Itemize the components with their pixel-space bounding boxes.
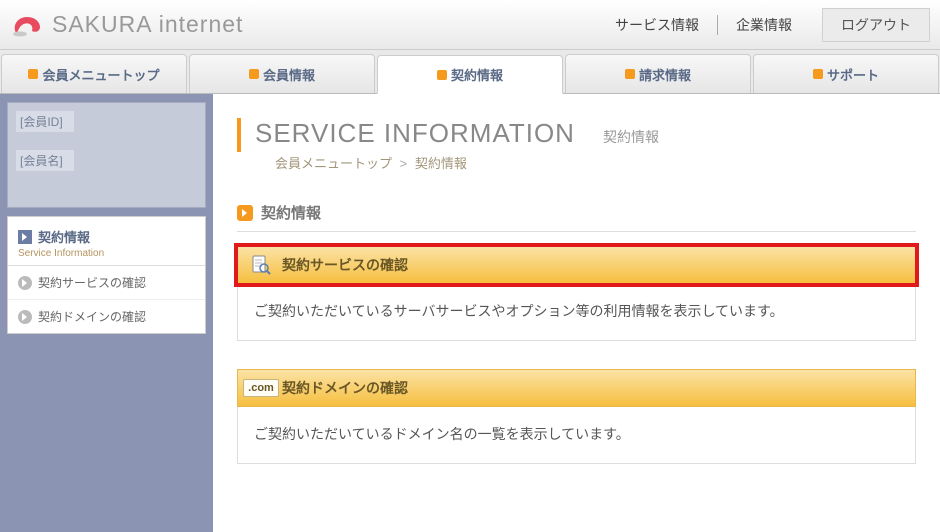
card-contract-domain: .com 契約ドメインの確認 ご契約いただいているドメイン名の一覧を表示していま… (237, 369, 916, 464)
account-box: [会員ID] [会員名] (7, 102, 206, 208)
arrow-right-icon (237, 205, 253, 221)
tab-label: 会員メニュートップ (42, 65, 159, 84)
sidebar-nav-subtitle: Service Information (18, 248, 195, 259)
body: [会員ID] [会員名] 契約情報 Service Information 契約… (0, 94, 940, 532)
header-link-company[interactable]: 企業情報 (718, 15, 810, 35)
tab-bullet-icon (437, 70, 447, 80)
header-link-group: サービス情報 企業情報 (597, 15, 810, 35)
page-heading: SERVICE INFORMATION 契約情報 (255, 118, 659, 149)
chevron-right-icon (18, 310, 32, 324)
section-title: 契約情報 (261, 202, 321, 223)
tab-support[interactable]: サポート (753, 54, 939, 93)
breadcrumb: 会員メニュートップ > 契約情報 (275, 153, 659, 172)
tab-bullet-icon (249, 69, 259, 79)
tab-label: 会員情報 (263, 65, 315, 84)
tab-bullet-icon (625, 69, 635, 79)
sidebar-item-contract-domain[interactable]: 契約ドメインの確認 (8, 300, 205, 333)
document-search-icon (250, 254, 272, 276)
dotcom-badge-icon: .com (250, 377, 272, 399)
main-tabs: 会員メニュートップ 会員情報 契約情報 請求情報 サポート (0, 50, 940, 94)
brand-text: SAKURA internet (52, 11, 243, 38)
sidebar-item-label: 契約ドメインの確認 (38, 308, 146, 325)
member-id-label: [会員ID] (16, 111, 74, 132)
member-name-label: [会員名] (16, 150, 74, 171)
section-header: 契約情報 (237, 202, 916, 232)
tab-member-top[interactable]: 会員メニュートップ (1, 54, 187, 93)
tab-label: 請求情報 (639, 65, 691, 84)
brand-logo[interactable]: SAKURA internet (10, 11, 243, 39)
section-contract: 契約情報 (237, 202, 916, 464)
logout-button[interactable]: ログアウト (822, 8, 930, 42)
brand-mark-icon (10, 11, 44, 39)
global-header: SAKURA internet サービス情報 企業情報 ログアウト (0, 0, 940, 50)
chevron-right-icon (18, 276, 32, 290)
arrow-right-icon (18, 230, 32, 244)
card-title: 契約ドメインの確認 (282, 378, 408, 398)
tab-contract-info[interactable]: 契約情報 (377, 55, 563, 94)
tab-label: サポート (827, 65, 879, 84)
sidebar-nav: 契約情報 Service Information 契約サービスの確認 契約ドメイ… (7, 216, 206, 334)
card-header-contract-domain[interactable]: .com 契約ドメインの確認 (237, 369, 916, 407)
breadcrumb-separator: > (400, 156, 408, 171)
heading-accent-bar (237, 118, 241, 152)
tab-bullet-icon (28, 69, 38, 79)
card-header-contract-service[interactable]: 契約サービスの確認 (237, 246, 916, 284)
page-title-jp: 契約情報 (603, 127, 659, 147)
breadcrumb-root[interactable]: 会員メニュートップ (275, 156, 392, 171)
tab-label: 契約情報 (451, 65, 503, 84)
sidebar-item-contract-service[interactable]: 契約サービスの確認 (8, 266, 205, 300)
header-link-service[interactable]: サービス情報 (597, 15, 718, 35)
sidebar-nav-header: 契約情報 Service Information (8, 217, 205, 266)
page-title-en: SERVICE INFORMATION (255, 118, 575, 149)
breadcrumb-current: 契約情報 (415, 156, 467, 171)
card-body: ご契約いただいているドメイン名の一覧を表示しています。 (237, 407, 916, 464)
sidebar-item-label: 契約サービスの確認 (38, 274, 146, 291)
tab-billing-info[interactable]: 請求情報 (565, 54, 751, 93)
card-contract-service: 契約サービスの確認 ご契約いただいているサーバサービスやオプション等の利用情報を… (237, 246, 916, 341)
tab-member-info[interactable]: 会員情報 (189, 54, 375, 93)
card-title: 契約サービスの確認 (282, 255, 408, 275)
sidebar-nav-title: 契約情報 (38, 227, 90, 246)
card-body: ご契約いただいているサーバサービスやオプション等の利用情報を表示しています。 (237, 284, 916, 341)
tab-bullet-icon (813, 69, 823, 79)
main-content: SERVICE INFORMATION 契約情報 会員メニュートップ > 契約情… (213, 94, 940, 532)
sidebar: [会員ID] [会員名] 契約情報 Service Information 契約… (0, 94, 213, 532)
